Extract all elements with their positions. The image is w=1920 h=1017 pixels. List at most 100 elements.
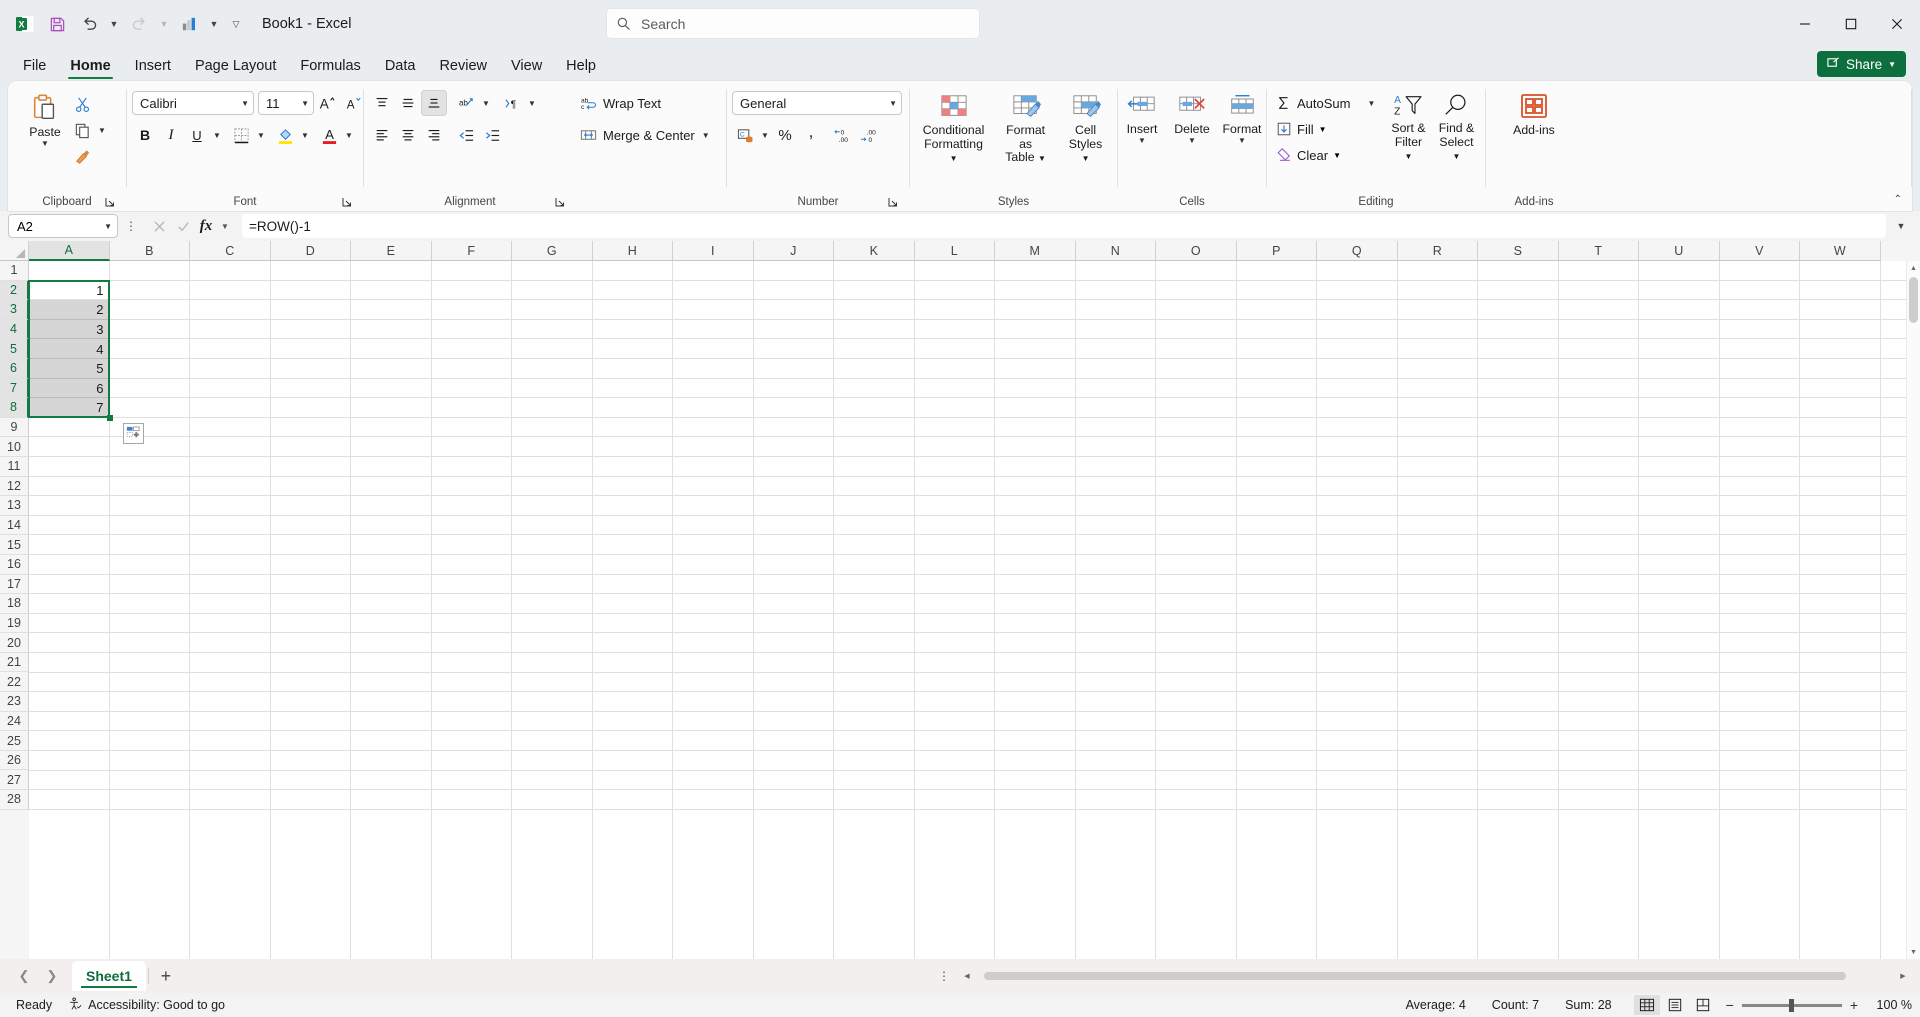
comma-style-button[interactable]: , bbox=[798, 122, 824, 148]
row-header-5[interactable]: 5 bbox=[0, 339, 29, 359]
row-header-7[interactable]: 7 bbox=[0, 378, 29, 399]
customize-quick-access-icon[interactable]: ▽ bbox=[224, 9, 248, 39]
column-header-l[interactable]: L bbox=[914, 241, 995, 261]
column-header-w[interactable]: W bbox=[1800, 241, 1881, 261]
column-header-i[interactable]: I bbox=[673, 241, 754, 261]
stat-average[interactable]: Average: 4 bbox=[1406, 998, 1466, 1012]
clipboard-dialog-launcher-icon[interactable] bbox=[103, 195, 117, 209]
decrease-decimal-button[interactable]: .00 0 bbox=[856, 122, 882, 148]
underline-button[interactable]: U bbox=[184, 122, 210, 148]
row-header-15[interactable]: 15 bbox=[0, 535, 29, 555]
borders-chevron-down-icon[interactable]: ▼ bbox=[254, 122, 268, 148]
search-input[interactable]: Search bbox=[641, 16, 685, 32]
accessibility-status[interactable]: Accessibility: Good to go bbox=[60, 994, 233, 1016]
number-format-combo[interactable]: General ▼ bbox=[732, 91, 902, 115]
autosum-button[interactable]: AutoSum bbox=[1272, 90, 1354, 116]
delete-cells-button[interactable]: Delete ▼ bbox=[1168, 89, 1216, 146]
borders-button[interactable] bbox=[228, 122, 254, 148]
number-format-chevron-down-icon[interactable]: ▼ bbox=[883, 99, 897, 108]
tab-formulas[interactable]: Formulas bbox=[289, 55, 371, 81]
row-header-23[interactable]: 23 bbox=[0, 692, 29, 712]
align-right-button[interactable] bbox=[421, 122, 447, 148]
delete-cells-chevron-down-icon[interactable]: ▼ bbox=[1188, 137, 1196, 145]
enter-formula-icon[interactable] bbox=[172, 215, 194, 237]
wrap-text-button[interactable]: ab c Wrap Text bbox=[576, 90, 665, 116]
fill-chevron-down-icon[interactable]: ▼ bbox=[1319, 125, 1327, 134]
column-header-e[interactable]: E bbox=[351, 241, 432, 261]
row-header-8[interactable]: 8 bbox=[0, 398, 29, 418]
row-header-14[interactable]: 14 bbox=[0, 515, 29, 536]
paste-chevron-down-icon[interactable]: ▼ bbox=[41, 140, 49, 148]
row-header-19[interactable]: 19 bbox=[0, 613, 29, 634]
tab-page-layout[interactable]: Page Layout bbox=[184, 55, 287, 81]
column-header-v[interactable]: V bbox=[1719, 241, 1800, 261]
fill-color-chevron-down-icon[interactable]: ▼ bbox=[298, 122, 312, 148]
format-as-table-chevron-down-icon[interactable]: ▼ bbox=[1038, 154, 1046, 163]
row-header-4[interactable]: 4 bbox=[0, 319, 29, 340]
tab-data[interactable]: Data bbox=[374, 55, 427, 81]
font-size-combo[interactable]: 11 ▼ bbox=[258, 91, 314, 115]
previous-sheet-icon[interactable]: ❮ bbox=[10, 962, 38, 990]
format-cells-button[interactable]: Format ▼ bbox=[1218, 89, 1266, 146]
row-header-26[interactable]: 26 bbox=[0, 750, 29, 771]
tab-review[interactable]: Review bbox=[428, 55, 498, 81]
column-header-p[interactable]: P bbox=[1236, 241, 1317, 261]
normal-view-button[interactable] bbox=[1633, 995, 1660, 1015]
tab-help[interactable]: Help bbox=[555, 55, 607, 81]
decrease-font-size-button[interactable]: A bbox=[340, 90, 366, 116]
redo-icon[interactable] bbox=[124, 9, 154, 39]
column-header-g[interactable]: G bbox=[512, 241, 593, 261]
row-header-17[interactable]: 17 bbox=[0, 574, 29, 595]
column-header-f[interactable]: F bbox=[431, 241, 512, 261]
font-color-chevron-down-icon[interactable]: ▼ bbox=[342, 122, 356, 148]
column-header-k[interactable]: K bbox=[834, 241, 915, 261]
tab-insert[interactable]: Insert bbox=[124, 55, 182, 81]
hscroll-left-icon[interactable]: ◀ bbox=[960, 972, 974, 980]
row-header-10[interactable]: 10 bbox=[0, 437, 29, 457]
cancel-formula-icon[interactable] bbox=[148, 215, 170, 237]
page-break-preview-button[interactable] bbox=[1690, 995, 1716, 1015]
column-header-r[interactable]: R bbox=[1397, 241, 1478, 261]
conditional-formatting-button[interactable]: Conditional Formatting ▼ bbox=[915, 89, 992, 168]
italic-button[interactable]: I bbox=[158, 122, 184, 148]
column-header-o[interactable]: O bbox=[1156, 241, 1237, 261]
row-header-12[interactable]: 12 bbox=[0, 476, 29, 497]
column-header-m[interactable]: M bbox=[995, 241, 1076, 261]
row-header-24[interactable]: 24 bbox=[0, 711, 29, 732]
zoom-in-icon[interactable]: + bbox=[1850, 997, 1858, 1013]
vertical-scrollbar[interactable]: ▲ ▼ bbox=[1906, 261, 1920, 959]
column-header-s[interactable]: S bbox=[1478, 241, 1559, 261]
horizontal-scrollbar[interactable]: ◀ ▶ bbox=[960, 969, 1910, 983]
column-header-n[interactable]: N bbox=[1075, 241, 1156, 261]
insert-function-chevron-down-icon[interactable]: ▼ bbox=[218, 215, 232, 237]
column-header-b[interactable]: B bbox=[109, 241, 190, 261]
formula-input[interactable]: =ROW()-1 bbox=[242, 214, 1886, 238]
row-header-27[interactable]: 27 bbox=[0, 770, 29, 791]
column-header-c[interactable]: C bbox=[190, 241, 271, 261]
row-header-22[interactable]: 22 bbox=[0, 672, 29, 693]
autofill-options-button[interactable] bbox=[122, 422, 144, 444]
row-header-18[interactable]: 18 bbox=[0, 594, 29, 614]
cell-styles-chevron-down-icon[interactable]: ▼ bbox=[1082, 154, 1090, 163]
expand-formula-bar-chevron-down-icon[interactable]: ▼ bbox=[1892, 221, 1910, 231]
row-header-13[interactable]: 13 bbox=[0, 496, 29, 516]
fill-button[interactable]: Fill ▼ bbox=[1272, 116, 1331, 142]
paste-button[interactable]: Paste ▼ bbox=[21, 89, 69, 149]
decrease-indent-button[interactable] bbox=[453, 122, 479, 148]
column-header-h[interactable]: H bbox=[592, 241, 673, 261]
next-sheet-icon[interactable]: ❯ bbox=[38, 962, 66, 990]
increase-font-size-button[interactable]: A bbox=[314, 90, 340, 116]
autosum-chevron-down-icon[interactable]: ▼ bbox=[1364, 90, 1378, 116]
redo-dropdown-chevron-icon[interactable]: ▼ bbox=[156, 9, 172, 39]
indent-chevron-down-icon[interactable]: ▼ bbox=[525, 90, 539, 116]
conditional-formatting-chevron-down-icon[interactable]: ▼ bbox=[950, 154, 958, 163]
font-name-chevron-down-icon[interactable]: ▼ bbox=[235, 99, 249, 108]
indent-button[interactable]: ¶ bbox=[499, 90, 525, 116]
hscroll-track[interactable] bbox=[976, 971, 1894, 981]
hscroll-right-icon[interactable]: ▶ bbox=[1896, 972, 1910, 980]
fill-handle[interactable] bbox=[106, 414, 113, 421]
row-header-11[interactable]: 11 bbox=[0, 456, 29, 477]
font-size-chevron-down-icon[interactable]: ▼ bbox=[295, 99, 309, 108]
insert-function-icon[interactable]: fx bbox=[196, 215, 216, 237]
format-as-table-button[interactable]: Format as Table ▼ bbox=[994, 89, 1057, 168]
